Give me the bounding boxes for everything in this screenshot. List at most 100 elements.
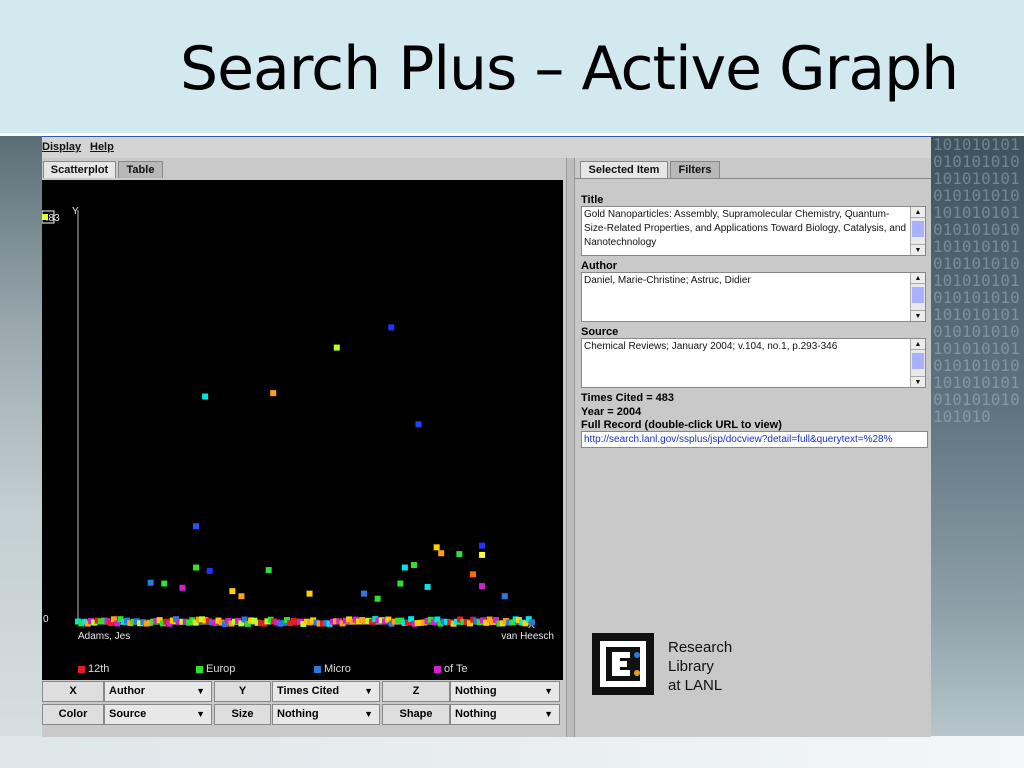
legend-item-europ: Europ bbox=[196, 663, 235, 675]
data-point bbox=[456, 551, 463, 558]
chevron-down-icon: ▼ bbox=[196, 686, 205, 696]
data-point bbox=[388, 324, 395, 331]
data-point bbox=[265, 567, 272, 574]
year: Year = 2004 bbox=[581, 406, 642, 418]
scatterplot-svg[interactable]: YX4830Adams, Jes van Heesch bbox=[42, 180, 563, 658]
background-bottom-strip bbox=[0, 736, 1024, 768]
title-label: Title bbox=[581, 194, 604, 206]
legend-swatch-micro bbox=[314, 665, 321, 673]
logo-line-1: Research bbox=[668, 639, 733, 656]
chevron-down-icon: ▼ bbox=[364, 686, 373, 696]
y-axis-label: Y bbox=[214, 681, 271, 702]
y-tick-label-min: 0 bbox=[43, 614, 49, 625]
menu-bar: Display Help bbox=[42, 137, 931, 158]
x-axis-value: Author bbox=[109, 685, 146, 697]
x-tick-label-last: van Heesch bbox=[501, 631, 554, 642]
scroll-up-icon[interactable]: ▲ bbox=[911, 207, 925, 218]
data-point bbox=[238, 593, 245, 600]
axis-controls: X Author ▼ Y Times Cited ▼ Z Nothing ▼ Colo… bbox=[42, 680, 563, 726]
tab-scatterplot[interactable]: Scatterplot bbox=[43, 161, 116, 178]
scroll-thumb[interactable] bbox=[912, 353, 924, 369]
source-textbox[interactable]: Chemical Reviews; January 2004; v.104, n… bbox=[581, 338, 926, 388]
logo-line-2: Library bbox=[668, 658, 714, 675]
legend: 12th Europ Micro of Te bbox=[42, 658, 563, 680]
source-label: Source bbox=[581, 326, 619, 338]
shape-label: Shape bbox=[382, 704, 450, 725]
data-point bbox=[479, 583, 486, 590]
scroll-thumb[interactable] bbox=[912, 287, 924, 303]
z-axis-label: Z bbox=[382, 681, 450, 702]
data-point bbox=[479, 542, 486, 549]
data-point bbox=[415, 421, 422, 428]
scroll-up-icon[interactable]: ▲ bbox=[911, 339, 925, 350]
data-point bbox=[397, 580, 404, 587]
menu-help[interactable]: Help bbox=[90, 141, 114, 153]
full-record-url[interactable]: http://search.lanl.gov/ssplus/jsp/docvie… bbox=[581, 431, 928, 448]
size-select[interactable]: Nothing ▼ bbox=[272, 704, 380, 725]
scroll-down-icon[interactable]: ▼ bbox=[911, 376, 925, 387]
scroll-down-icon[interactable]: ▼ bbox=[911, 310, 925, 321]
source-value: Chemical Reviews; January 2004; v.104, n… bbox=[584, 341, 838, 352]
data-point bbox=[206, 567, 213, 574]
tab-filters[interactable]: Filters bbox=[670, 161, 720, 178]
split-pane-divider[interactable] bbox=[566, 158, 575, 737]
data-point bbox=[193, 523, 200, 530]
data-point bbox=[193, 564, 200, 571]
data-point bbox=[147, 579, 154, 586]
y-axis-select[interactable]: Times Cited ▼ bbox=[272, 681, 380, 702]
graph-panel: Scatterplot Table Y X 483 0 Adams, Jes van He… bbox=[42, 158, 566, 737]
legend-item-ofte: of Te bbox=[434, 663, 468, 675]
app-window: Display Help Scatterplot Table Y X 483 0 Ada… bbox=[42, 136, 931, 737]
scroll-down-icon[interactable]: ▼ bbox=[911, 244, 925, 255]
legend-label-micro: Micro bbox=[324, 663, 351, 675]
color-value: Source bbox=[109, 708, 147, 720]
tab-table[interactable]: Table bbox=[118, 161, 163, 178]
chevron-down-icon: ▼ bbox=[544, 709, 553, 719]
data-point bbox=[479, 551, 486, 558]
data-point bbox=[270, 390, 277, 397]
data-point bbox=[469, 571, 476, 578]
chevron-down-icon: ▼ bbox=[196, 709, 205, 719]
selected-data-point bbox=[42, 214, 48, 220]
color-label: Color bbox=[42, 704, 104, 725]
scatterplot-area[interactable]: Y X 483 0 Adams, Jes van Heesch bbox=[42, 180, 563, 678]
data-point bbox=[361, 590, 368, 597]
tab-selected-item[interactable]: Selected Item bbox=[580, 161, 668, 178]
color-select[interactable]: Source ▼ bbox=[104, 704, 212, 725]
chevron-down-icon: ▼ bbox=[364, 709, 373, 719]
title-textbox[interactable]: Gold Nanoparticles: Assembly, Supramolec… bbox=[581, 206, 926, 256]
menu-display[interactable]: Display bbox=[42, 141, 81, 153]
data-point bbox=[433, 544, 440, 551]
title-value: Gold Nanoparticles: Assembly, Supramolec… bbox=[584, 209, 907, 248]
data-point bbox=[306, 590, 313, 597]
shape-value: Nothing bbox=[455, 708, 497, 720]
author-scrollbar[interactable]: ▲ ▼ bbox=[910, 273, 925, 321]
y-axis-value: Times Cited bbox=[277, 685, 340, 697]
data-point bbox=[424, 583, 431, 590]
z-axis-value: Nothing bbox=[455, 685, 497, 697]
author-textbox[interactable]: Daniel, Marie-Christine; Astruc, Didier … bbox=[581, 272, 926, 322]
x-axis-select[interactable]: Author ▼ bbox=[104, 681, 212, 702]
source-scrollbar[interactable]: ▲ ▼ bbox=[910, 339, 925, 387]
background-right-strip: 1010101010101010101010101010101010101010… bbox=[931, 136, 1024, 736]
y-axis-title: Y bbox=[72, 206, 79, 217]
title-scrollbar[interactable]: ▲ ▼ bbox=[910, 207, 925, 255]
lanl-logo-icon bbox=[592, 633, 654, 695]
data-point bbox=[333, 344, 340, 351]
tab-underline bbox=[575, 178, 931, 179]
size-label: Size bbox=[214, 704, 271, 725]
legend-item-12th: 12th bbox=[78, 663, 109, 675]
data-point bbox=[438, 550, 445, 557]
chevron-down-icon: ▼ bbox=[544, 686, 553, 696]
full-record-label: Full Record (double-click URL to view) bbox=[581, 419, 782, 431]
details-panel: Selected Item Filters Title Gold Nanopar… bbox=[575, 158, 931, 737]
z-axis-select[interactable]: Nothing ▼ bbox=[450, 681, 560, 702]
scroll-up-icon[interactable]: ▲ bbox=[911, 273, 925, 284]
data-point bbox=[374, 595, 381, 602]
shape-select[interactable]: Nothing ▼ bbox=[450, 704, 560, 725]
scroll-thumb[interactable] bbox=[912, 221, 924, 237]
legend-swatch-12th bbox=[78, 665, 85, 673]
author-value: Daniel, Marie-Christine; Astruc, Didier bbox=[584, 275, 751, 286]
times-cited: Times Cited = 483 bbox=[581, 392, 675, 404]
data-point bbox=[501, 593, 508, 600]
